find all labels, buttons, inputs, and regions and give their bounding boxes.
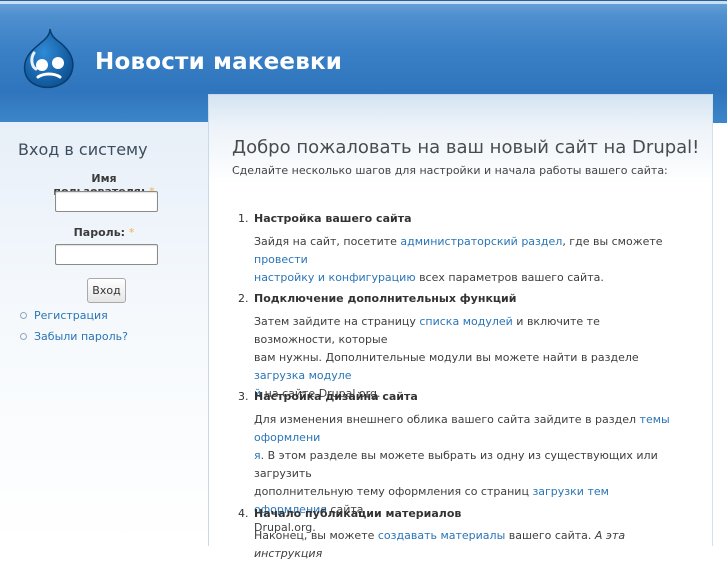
login-button[interactable]: Вход xyxy=(87,278,126,303)
configure-link-cont[interactable]: настройку и конфигурацию xyxy=(254,271,416,284)
intro-text: Сделайте несколько шагов для настройки и… xyxy=(232,164,668,177)
password-input[interactable] xyxy=(55,244,158,265)
modules-list-link[interactable]: списка модулей xyxy=(419,315,512,328)
step-title: Подключение дополнительных функций xyxy=(254,292,517,305)
text-fragment: вашего сайта. xyxy=(505,529,595,542)
step-number: 3. xyxy=(238,390,249,403)
step-title: Настройка дизайна сайта xyxy=(254,390,418,403)
drupal-drop-icon[interactable] xyxy=(20,27,76,89)
step-text: Зайдя на сайт, посетите администраторски… xyxy=(254,233,684,287)
site-name[interactable]: Новости макеевки xyxy=(95,49,342,75)
text-fragment: . В этом разделе вы можете выбрать из од… xyxy=(254,449,658,480)
forgot-password-link[interactable]: Забыли пароль? xyxy=(20,330,128,348)
password-label: Пароль: * xyxy=(52,226,156,239)
step-title: Начало публикации материалов xyxy=(254,507,462,520)
text-fragment: вам нужны. Дополнительные модули вы може… xyxy=(254,351,639,364)
text-fragment: Для изменения внешнего облика вашего сай… xyxy=(254,413,640,426)
step-number: 2. xyxy=(238,292,249,305)
required-marker: * xyxy=(128,226,135,239)
download-modules-link[interactable]: загрузка модуле xyxy=(254,369,352,382)
page-title: Добро пожаловать на ваш новый сайт на Dr… xyxy=(232,137,700,158)
admin-section-link[interactable]: администраторский раздел xyxy=(400,235,562,248)
themes-link-cont[interactable]: я xyxy=(254,449,261,462)
text-fragment: Наконец, вы можете xyxy=(254,529,378,542)
login-block-title: Вход в систему xyxy=(18,140,148,159)
text-fragment: Затем зайдите на страницу xyxy=(254,315,420,328)
password-label-text: Пароль: xyxy=(73,226,126,239)
text-fragment: , где вы сможете xyxy=(562,235,663,248)
login-links: Регистрация Забыли пароль? xyxy=(20,309,128,351)
text-fragment: Зайдя на сайт, посетите xyxy=(254,235,401,248)
step-text: Наконец, вы можете создавать материалы в… xyxy=(254,527,684,563)
text-fragment: дополнительную тему оформления со страни… xyxy=(254,485,533,498)
configure-link[interactable]: провести xyxy=(254,253,308,266)
text-fragment: всех параметров вашего сайта. xyxy=(415,271,604,284)
step-title: Настройка вашего сайта xyxy=(254,212,412,225)
step-number: 4. xyxy=(238,507,249,520)
register-link[interactable]: Регистрация xyxy=(20,309,128,327)
step-number: 1. xyxy=(238,212,249,225)
create-content-link[interactable]: создавать материалы xyxy=(378,529,505,542)
username-input[interactable] xyxy=(55,191,158,212)
